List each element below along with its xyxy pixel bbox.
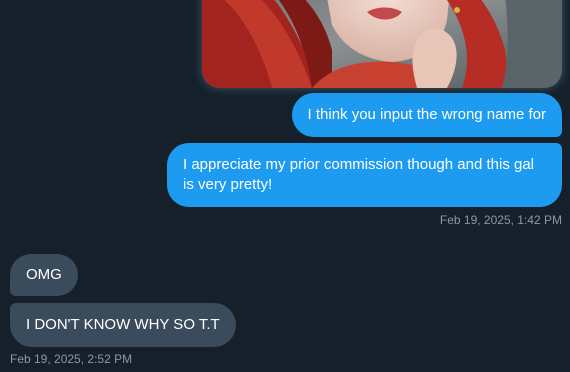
portrait-image-icon bbox=[202, 0, 562, 88]
dm-conversation: I think you input the wrong name for I a… bbox=[0, 0, 570, 372]
message-text: OMG bbox=[26, 266, 62, 283]
sent-timestamp: Feb 19, 2025, 1:42 PM bbox=[439, 213, 562, 227]
received-message[interactable]: I DON'T KNOW WHY SO T.T bbox=[10, 303, 236, 347]
message-text: I think you input the wrong name for bbox=[307, 106, 546, 123]
message-text: I DON'T KNOW WHY SO T.T bbox=[26, 316, 220, 333]
message-text: I appreciate my prior commission though … bbox=[183, 156, 535, 193]
received-timestamp: Feb 19, 2025, 2:52 PM bbox=[10, 352, 133, 366]
image-attachment[interactable] bbox=[202, 0, 562, 88]
received-message[interactable]: OMG bbox=[10, 254, 78, 296]
sent-message[interactable]: I appreciate my prior commission though … bbox=[167, 143, 562, 207]
sent-message[interactable]: I think you input the wrong name for bbox=[291, 93, 562, 137]
